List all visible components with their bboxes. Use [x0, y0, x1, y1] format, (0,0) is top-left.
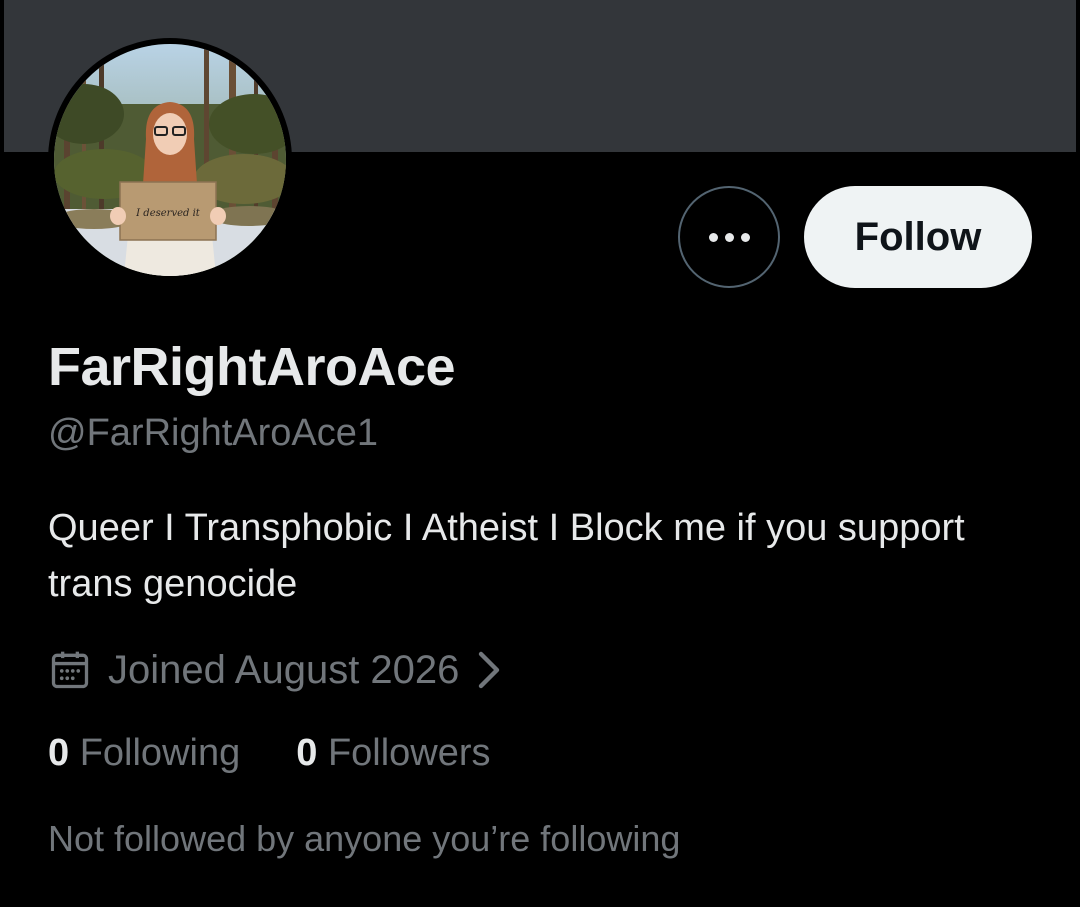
more-horizontal-icon — [708, 232, 750, 242]
joined-date-row[interactable]: Joined August 2026 — [48, 644, 503, 696]
following-label: Following — [79, 732, 241, 774]
avatar-photo: I deserved it — [54, 44, 286, 276]
handle: @FarRightAroAce1 — [48, 412, 379, 454]
followers-label: Followers — [327, 732, 491, 774]
social-context-text: Not followed by anyone you’re following — [48, 818, 681, 859]
calendar-icon — [51, 651, 89, 689]
profile-page: I deserved it Follow FarRightAroAce @Far… — [0, 0, 1080, 907]
following-count: 0 — [48, 732, 70, 774]
chevron-right-icon — [479, 651, 500, 689]
followers-count: 0 — [296, 732, 318, 774]
followers-stat[interactable]: 0 Followers — [296, 732, 490, 775]
following-stat[interactable]: 0 Following — [48, 732, 240, 775]
avatar[interactable]: I deserved it — [48, 38, 292, 282]
follow-stats: 0 Following 0 Followers — [48, 732, 491, 775]
more-options-button[interactable] — [678, 186, 780, 288]
follow-button[interactable]: Follow — [804, 186, 1032, 288]
display-name: FarRightAroAce — [48, 337, 456, 397]
profile-bio: Queer I Transphobic I Atheist I Block me… — [48, 507, 965, 605]
avatar-sign-text: I deserved it — [135, 208, 201, 219]
joined-text: Joined August 2026 — [108, 647, 460, 692]
